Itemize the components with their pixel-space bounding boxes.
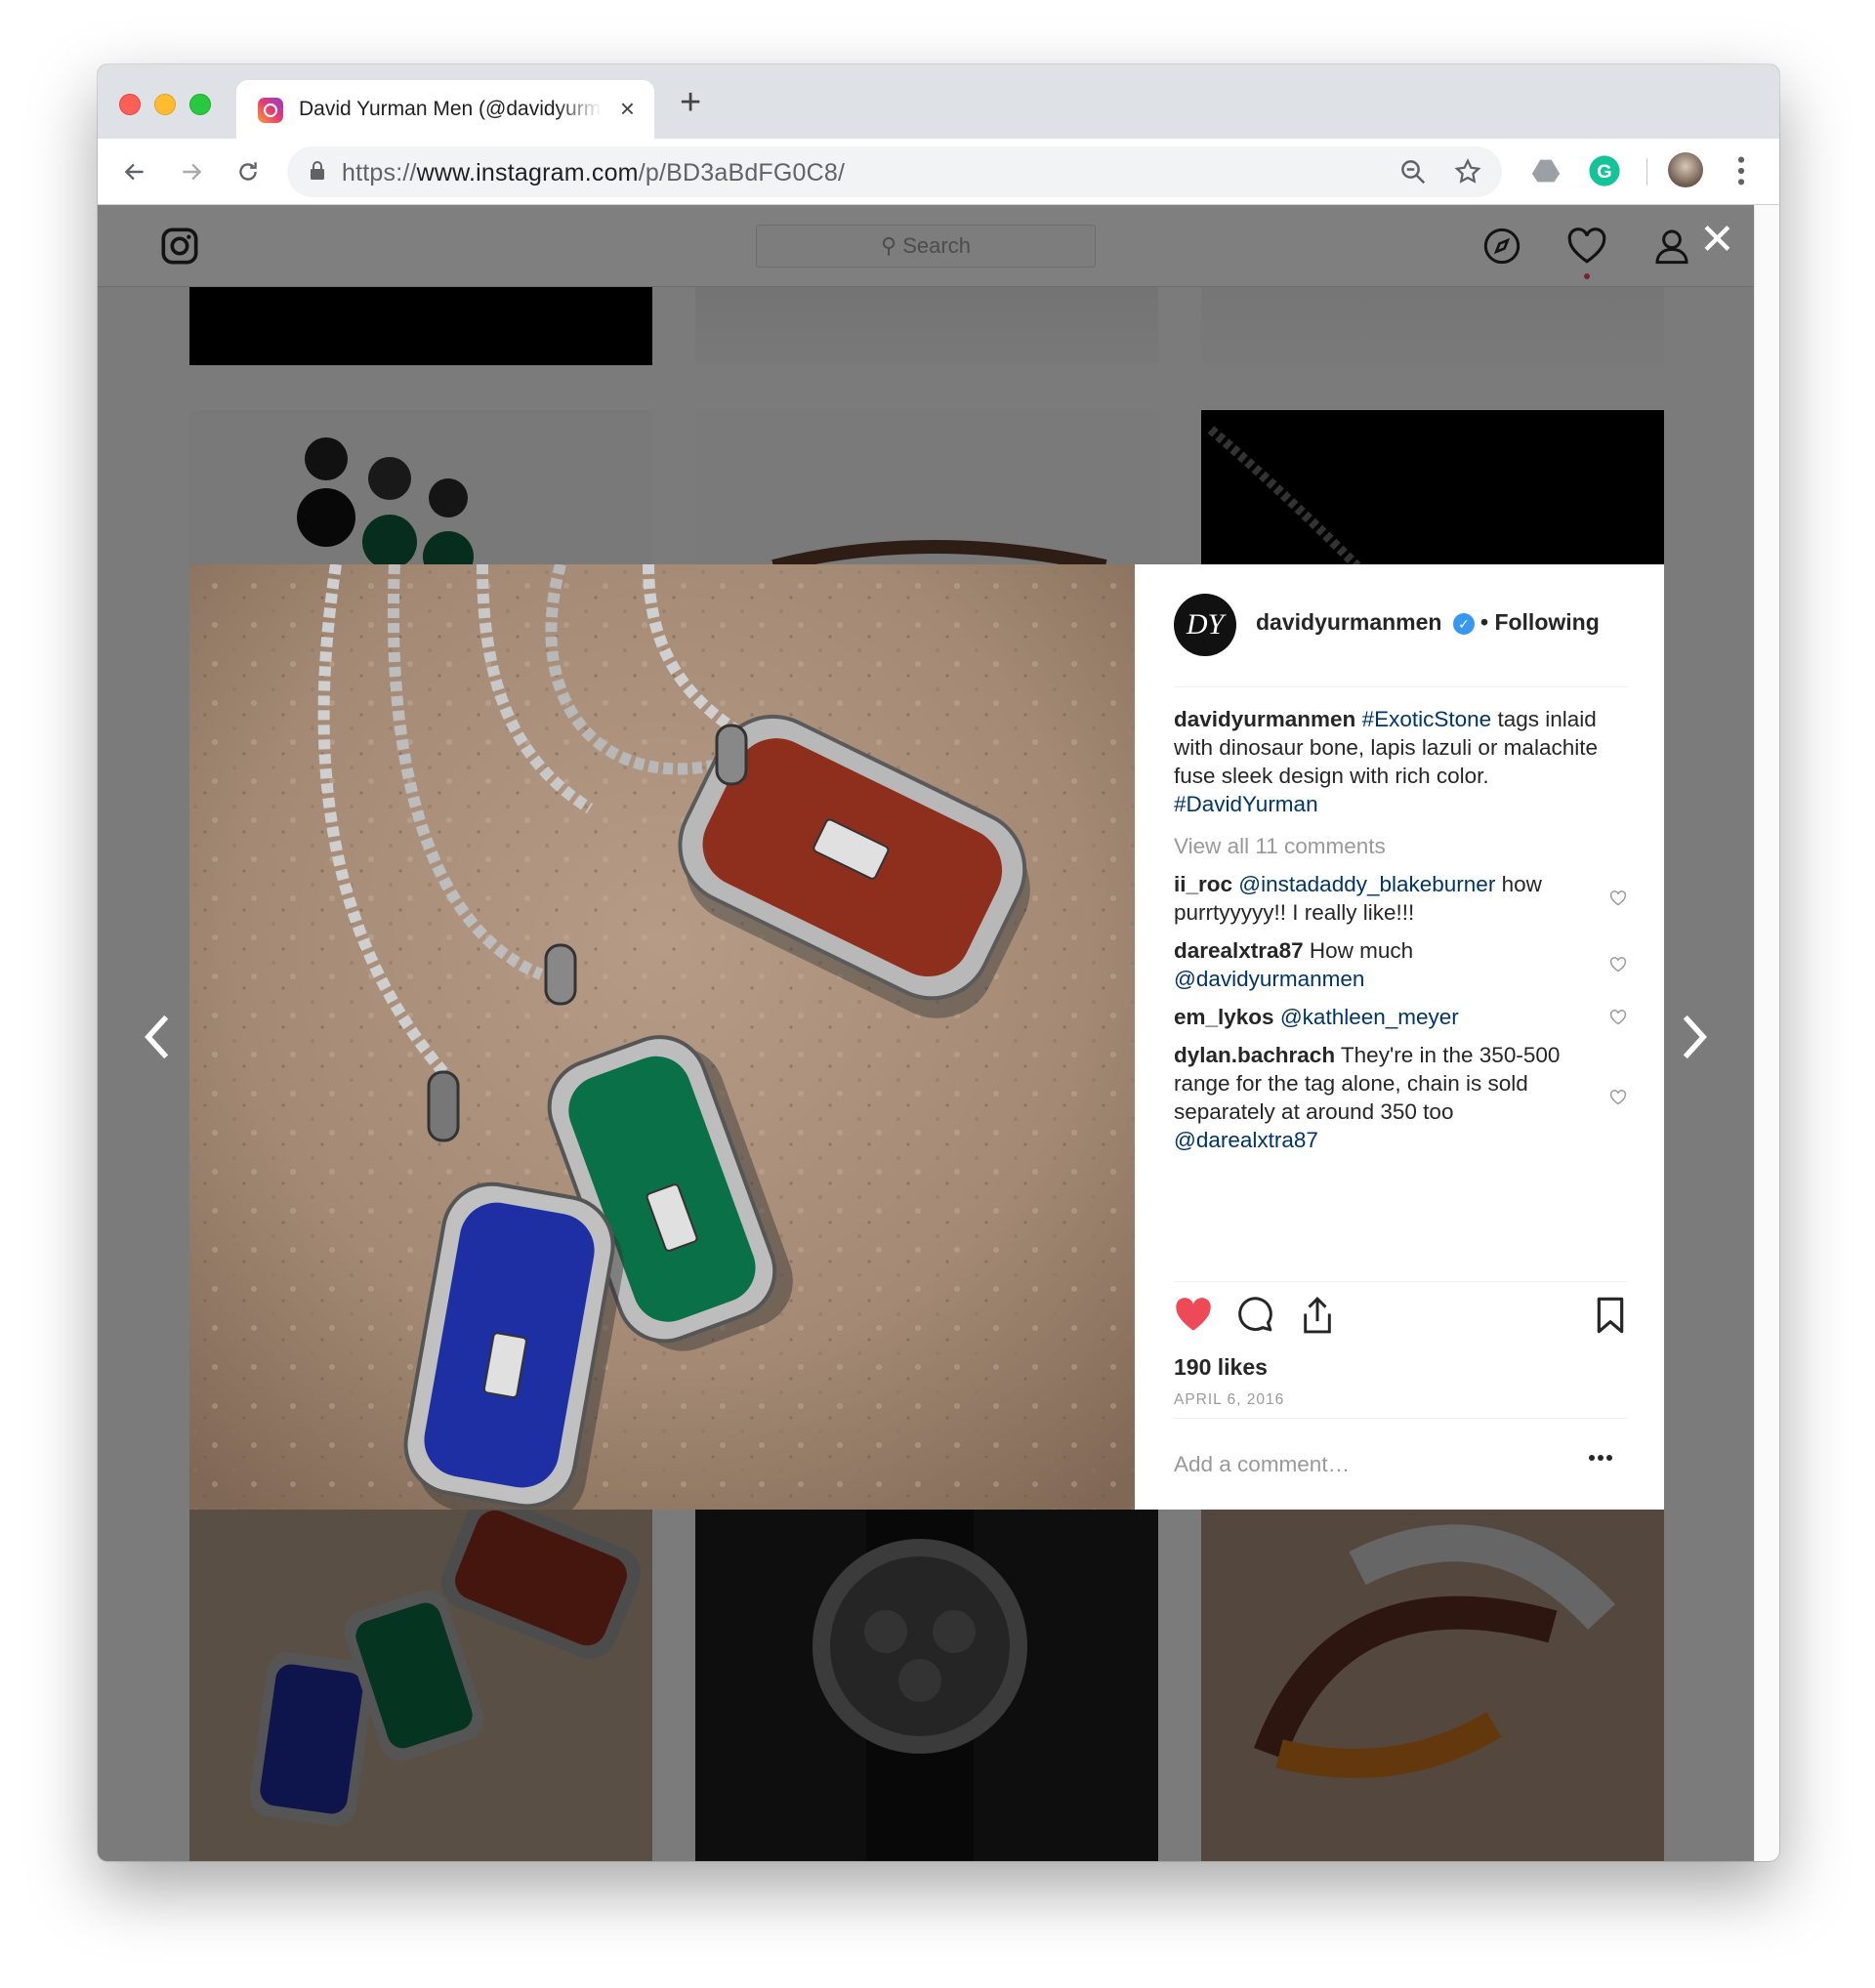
- address-bar[interactable]: https://www.instagram.com/p/BD3aBdFG0C8/: [287, 146, 1502, 197]
- tab-strip: David Yurman Men (@davidyurmanmen) on In…: [98, 64, 1779, 139]
- verified-badge-icon: ✓: [1453, 613, 1475, 635]
- comment-text: How much: [1309, 938, 1414, 963]
- post-modal: DY davidyurmanmen ✓ • Following davidyur…: [189, 564, 1664, 1510]
- comment-like-heart-icon[interactable]: [1609, 957, 1627, 973]
- account-username[interactable]: davidyurmanmen: [1256, 609, 1441, 636]
- comment-icon[interactable]: [1236, 1296, 1273, 1333]
- caption-username[interactable]: davidyurmanmen: [1174, 707, 1355, 731]
- chevron-right-icon[interactable]: [1680, 1014, 1709, 1060]
- chevron-left-icon[interactable]: [143, 1014, 172, 1060]
- mention-link[interactable]: @instadaddy_blakeburner: [1238, 872, 1495, 896]
- zoom-out-icon[interactable]: [1398, 157, 1428, 186]
- comment-username[interactable]: dylan.bachrach: [1174, 1043, 1335, 1067]
- browser-toolbar: https://www.instagram.com/p/BD3aBdFG0C8/…: [98, 139, 1779, 205]
- comment-item: dylan.bachrach They're in the 350-500 ra…: [1174, 1041, 1627, 1154]
- toolbar-divider: [1646, 158, 1647, 186]
- post-date: APRIL 6, 2016: [1174, 1391, 1285, 1408]
- post-image[interactable]: [189, 564, 1135, 1510]
- dog-tag-necklaces-photo: [189, 564, 1135, 1510]
- close-icon[interactable]: ✕: [1699, 219, 1735, 262]
- comment-username[interactable]: em_lykos: [1174, 1005, 1274, 1029]
- comment-like-heart-icon[interactable]: [1609, 890, 1627, 906]
- comment-item: darealxtra87 How much @davidyurmanmen: [1174, 936, 1627, 993]
- share-icon[interactable]: [1299, 1296, 1336, 1335]
- comment-like-heart-icon[interactable]: [1609, 1090, 1627, 1105]
- new-tab-button[interactable]: +: [680, 84, 701, 121]
- more-options-icon[interactable]: [1588, 1454, 1613, 1462]
- window-minimize-button[interactable]: [154, 94, 176, 115]
- back-button[interactable]: [117, 154, 152, 189]
- browser-tab[interactable]: David Yurman Men (@davidyurmanmen) on In…: [236, 80, 654, 139]
- url-text: https://www.instagram.com/p/BD3aBdFG0C8/: [342, 159, 846, 186]
- account-avatar[interactable]: DY: [1174, 594, 1236, 656]
- like-heart-icon[interactable]: [1174, 1296, 1213, 1333]
- tab-title: David Yurman Men (@davidyurmanmen) on In…: [299, 98, 602, 120]
- post-header: DY davidyurmanmen ✓ • Following: [1174, 594, 1627, 687]
- grammarly-extension-icon[interactable]: G: [1588, 154, 1621, 187]
- comment-username[interactable]: darealxtra87: [1174, 938, 1304, 963]
- mention-link[interactable]: @davidyurmanmen: [1174, 967, 1364, 991]
- comments-list: davidyurmanmen #ExoticStone tags inlaid …: [1174, 705, 1627, 1164]
- bookmark-icon[interactable]: [1594, 1296, 1627, 1335]
- comment-item: em_lykos @kathleen_meyer: [1174, 1003, 1627, 1031]
- page-scrollbar[interactable]: [1754, 205, 1779, 1861]
- likes-count[interactable]: 190 likes: [1174, 1354, 1268, 1381]
- hashtag-link[interactable]: #DavidYurman: [1174, 792, 1318, 816]
- lock-icon: [311, 161, 324, 180]
- profile-avatar[interactable]: [1668, 152, 1703, 187]
- post-details-panel: DY davidyurmanmen ✓ • Following davidyur…: [1135, 564, 1664, 1510]
- instagram-page: ⚲ Search: [98, 205, 1754, 1861]
- hashtag-link[interactable]: #ExoticStone: [1362, 707, 1492, 731]
- svg-text:G: G: [1597, 161, 1611, 183]
- reload-icon: [239, 162, 257, 181]
- back-arrow-icon: [124, 163, 144, 181]
- post-actions: 190 likes APRIL 6, 2016: [1174, 1281, 1627, 1418]
- comment-item: ii_roc @instadaddy_blakeburner how purrt…: [1174, 870, 1627, 927]
- view-all-comments-link[interactable]: View all 11 comments: [1174, 832, 1627, 860]
- instagram-favicon-icon: [258, 98, 283, 123]
- drive-extension-icon[interactable]: [1529, 154, 1562, 187]
- tab-close-button[interactable]: ×: [620, 94, 635, 124]
- forward-button[interactable]: [174, 154, 209, 189]
- browser-menu-icon[interactable]: [1736, 154, 1746, 187]
- window-close-button[interactable]: [119, 94, 141, 115]
- browser-window: David Yurman Men (@davidyurmanmen) on In…: [98, 64, 1779, 1861]
- add-comment-placeholder: Add a comment…: [1174, 1452, 1351, 1476]
- forward-arrow-icon: [183, 163, 202, 181]
- mention-link[interactable]: @kathleen_meyer: [1280, 1005, 1459, 1029]
- bookmark-star-icon[interactable]: [1453, 157, 1482, 186]
- mention-link[interactable]: @darealxtra87: [1174, 1128, 1318, 1152]
- add-comment-field[interactable]: Add a comment…: [1174, 1418, 1627, 1510]
- reload-button[interactable]: [230, 154, 266, 189]
- window-zoom-button[interactable]: [189, 94, 211, 115]
- comment-like-heart-icon[interactable]: [1609, 1009, 1627, 1025]
- comment-username[interactable]: ii_roc: [1174, 872, 1232, 896]
- post-caption: davidyurmanmen #ExoticStone tags inlaid …: [1174, 705, 1627, 818]
- following-button[interactable]: • Following: [1480, 609, 1600, 636]
